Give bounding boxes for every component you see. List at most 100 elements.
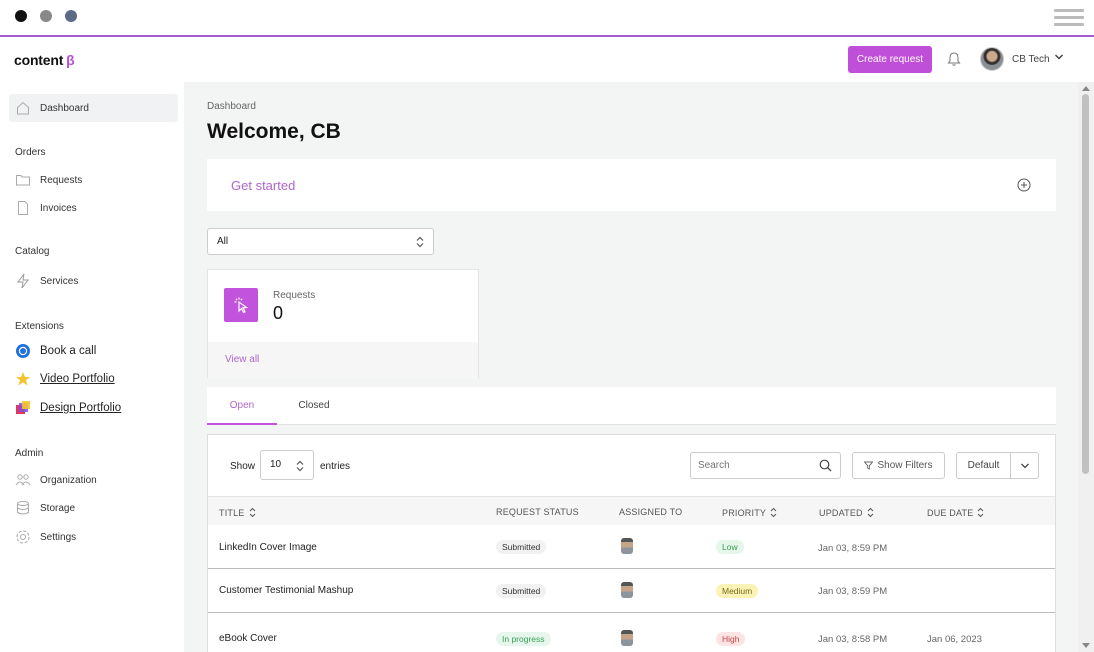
sidebar-item-services[interactable]: Services bbox=[9, 267, 178, 295]
logo-beta: β bbox=[66, 52, 75, 68]
column-due-date[interactable]: DUE DATE bbox=[927, 507, 984, 518]
entries-value: 10 bbox=[270, 459, 282, 470]
create-request-button[interactable]: Create request bbox=[848, 46, 932, 73]
menu-icon[interactable] bbox=[1054, 9, 1084, 27]
scroll-down-icon[interactable] bbox=[1082, 643, 1090, 648]
get-started-label: Get started bbox=[231, 178, 296, 193]
status-badge: In progress bbox=[496, 632, 551, 646]
tab-closed[interactable]: Closed bbox=[283, 387, 345, 425]
card-count: 0 bbox=[273, 303, 284, 323]
sidebar-item-video-portfolio[interactable]: Video Portfolio bbox=[9, 365, 178, 393]
column-request-status: REQUEST STATUS bbox=[496, 507, 579, 517]
row-title[interactable]: Customer Testimonial Mashup bbox=[219, 585, 353, 596]
updown-icon bbox=[296, 460, 304, 472]
table-row[interactable]: Customer Testimonial Mashup Submitted Me… bbox=[208, 569, 1055, 613]
breadcrumb[interactable]: Dashboard bbox=[207, 101, 256, 112]
priority-badge: Medium bbox=[716, 584, 759, 598]
entries-select[interactable]: 10 bbox=[260, 450, 314, 480]
gear-icon bbox=[15, 529, 31, 545]
search-input[interactable] bbox=[698, 453, 808, 478]
requests-card: Requests 0 View all bbox=[207, 269, 479, 378]
sidebar-item-label: Organization bbox=[40, 474, 97, 486]
column-label: PRIORITY bbox=[722, 507, 767, 518]
sidebar-item-invoices[interactable]: Invoices bbox=[9, 194, 178, 222]
sidebar-item-label: Invoices bbox=[40, 202, 77, 214]
calendar-icon bbox=[15, 343, 31, 359]
logo-text: content bbox=[14, 52, 64, 68]
user-name[interactable]: CB Tech bbox=[1012, 54, 1050, 65]
main-content: Dashboard Welcome, CB Get started All Re… bbox=[184, 82, 1078, 652]
sidebar-item-label: Storage bbox=[40, 502, 76, 514]
column-label: DUE DATE bbox=[927, 507, 974, 518]
show-filters-label: Show Filters bbox=[877, 460, 933, 471]
column-label: UPDATED bbox=[819, 507, 863, 518]
show-filters-button[interactable]: Show Filters bbox=[852, 452, 945, 479]
get-started-panel[interactable]: Get started bbox=[207, 159, 1056, 211]
lightning-icon bbox=[15, 273, 31, 289]
priority-badge: Low bbox=[716, 540, 744, 554]
requests-table-panel: Show 10 entries Show Filters Default bbox=[207, 434, 1056, 652]
maximize-window-button[interactable] bbox=[65, 10, 77, 22]
sidebar-item-dashboard[interactable]: Dashboard bbox=[9, 94, 178, 122]
avatar bbox=[621, 630, 633, 646]
minimize-window-button[interactable] bbox=[40, 10, 52, 22]
folder-icon bbox=[15, 172, 31, 188]
sidebar-item-design-portfolio[interactable]: Design Portfolio bbox=[9, 394, 178, 422]
cursor-click-icon bbox=[224, 288, 258, 322]
priority-badge: High bbox=[716, 632, 746, 646]
sidebar-item-label: Requests bbox=[40, 174, 83, 186]
sidebar-section-orders: Orders bbox=[15, 147, 46, 158]
default-view-dropdown[interactable] bbox=[1010, 452, 1039, 479]
tabs: Open Closed bbox=[207, 387, 1056, 425]
sidebar-item-organization[interactable]: Organization bbox=[9, 466, 178, 494]
logo[interactable]: content β bbox=[14, 52, 75, 68]
table-header: TITLE REQUEST STATUS ASSIGNED TO PRIORIT… bbox=[208, 496, 1055, 525]
search-field[interactable] bbox=[690, 452, 841, 479]
card-label: Requests bbox=[273, 290, 316, 301]
sort-icon[interactable] bbox=[770, 507, 777, 518]
column-title[interactable]: TITLE bbox=[219, 507, 256, 518]
row-title[interactable]: LinkedIn Cover Image bbox=[219, 542, 317, 553]
close-window-button[interactable] bbox=[15, 10, 27, 22]
bell-icon[interactable] bbox=[946, 51, 962, 67]
chevron-down-icon[interactable] bbox=[1054, 52, 1064, 62]
tab-open[interactable]: Open bbox=[207, 387, 277, 425]
row-updated: Jan 03, 8:59 PM bbox=[818, 586, 888, 597]
sort-icon[interactable] bbox=[867, 507, 874, 518]
page-scrollbar[interactable] bbox=[1078, 82, 1094, 652]
status-badge: Submitted bbox=[496, 540, 547, 554]
column-assigned-to: ASSIGNED TO bbox=[619, 507, 682, 517]
filter-select[interactable]: All bbox=[207, 228, 434, 255]
plus-circle-icon[interactable] bbox=[1017, 178, 1031, 192]
people-icon bbox=[15, 472, 31, 488]
chevron-down-icon bbox=[1020, 463, 1029, 468]
search-icon[interactable] bbox=[819, 459, 832, 472]
sidebar-section-catalog: Catalog bbox=[15, 246, 50, 257]
updown-icon bbox=[416, 236, 424, 248]
scroll-up-icon[interactable] bbox=[1082, 86, 1090, 91]
row-title[interactable]: eBook Cover bbox=[219, 633, 277, 644]
design-icon bbox=[15, 400, 31, 416]
sidebar-item-settings[interactable]: Settings bbox=[9, 523, 178, 551]
sidebar: Dashboard Orders Requests Invoices Catal… bbox=[0, 82, 184, 652]
database-icon bbox=[15, 500, 31, 516]
sidebar-item-label: Dashboard bbox=[40, 102, 89, 114]
avatar[interactable] bbox=[980, 47, 1004, 71]
sidebar-item-requests[interactable]: Requests bbox=[9, 166, 178, 194]
sort-icon[interactable] bbox=[249, 507, 256, 518]
sidebar-item-book-call[interactable]: Book a call bbox=[9, 337, 178, 365]
window-titlebar bbox=[0, 0, 1094, 37]
column-updated[interactable]: UPDATED bbox=[819, 507, 874, 518]
row-due-date: Jan 06, 2023 bbox=[927, 634, 982, 645]
sidebar-item-storage[interactable]: Storage bbox=[9, 494, 178, 522]
view-all-link[interactable]: View all bbox=[225, 354, 259, 365]
column-priority[interactable]: PRIORITY bbox=[722, 507, 777, 518]
default-view-button[interactable]: Default bbox=[956, 452, 1011, 479]
column-label: ASSIGNED TO bbox=[619, 507, 683, 517]
table-row[interactable]: LinkedIn Cover Image Submitted Low Jan 0… bbox=[208, 525, 1055, 569]
sort-icon[interactable] bbox=[977, 507, 984, 518]
sidebar-section-extensions: Extensions bbox=[15, 321, 64, 332]
star-icon bbox=[15, 371, 31, 387]
table-row[interactable]: eBook Cover In progress High Jan 03, 8:5… bbox=[208, 613, 1055, 652]
scrollbar-thumb[interactable] bbox=[1082, 94, 1089, 474]
